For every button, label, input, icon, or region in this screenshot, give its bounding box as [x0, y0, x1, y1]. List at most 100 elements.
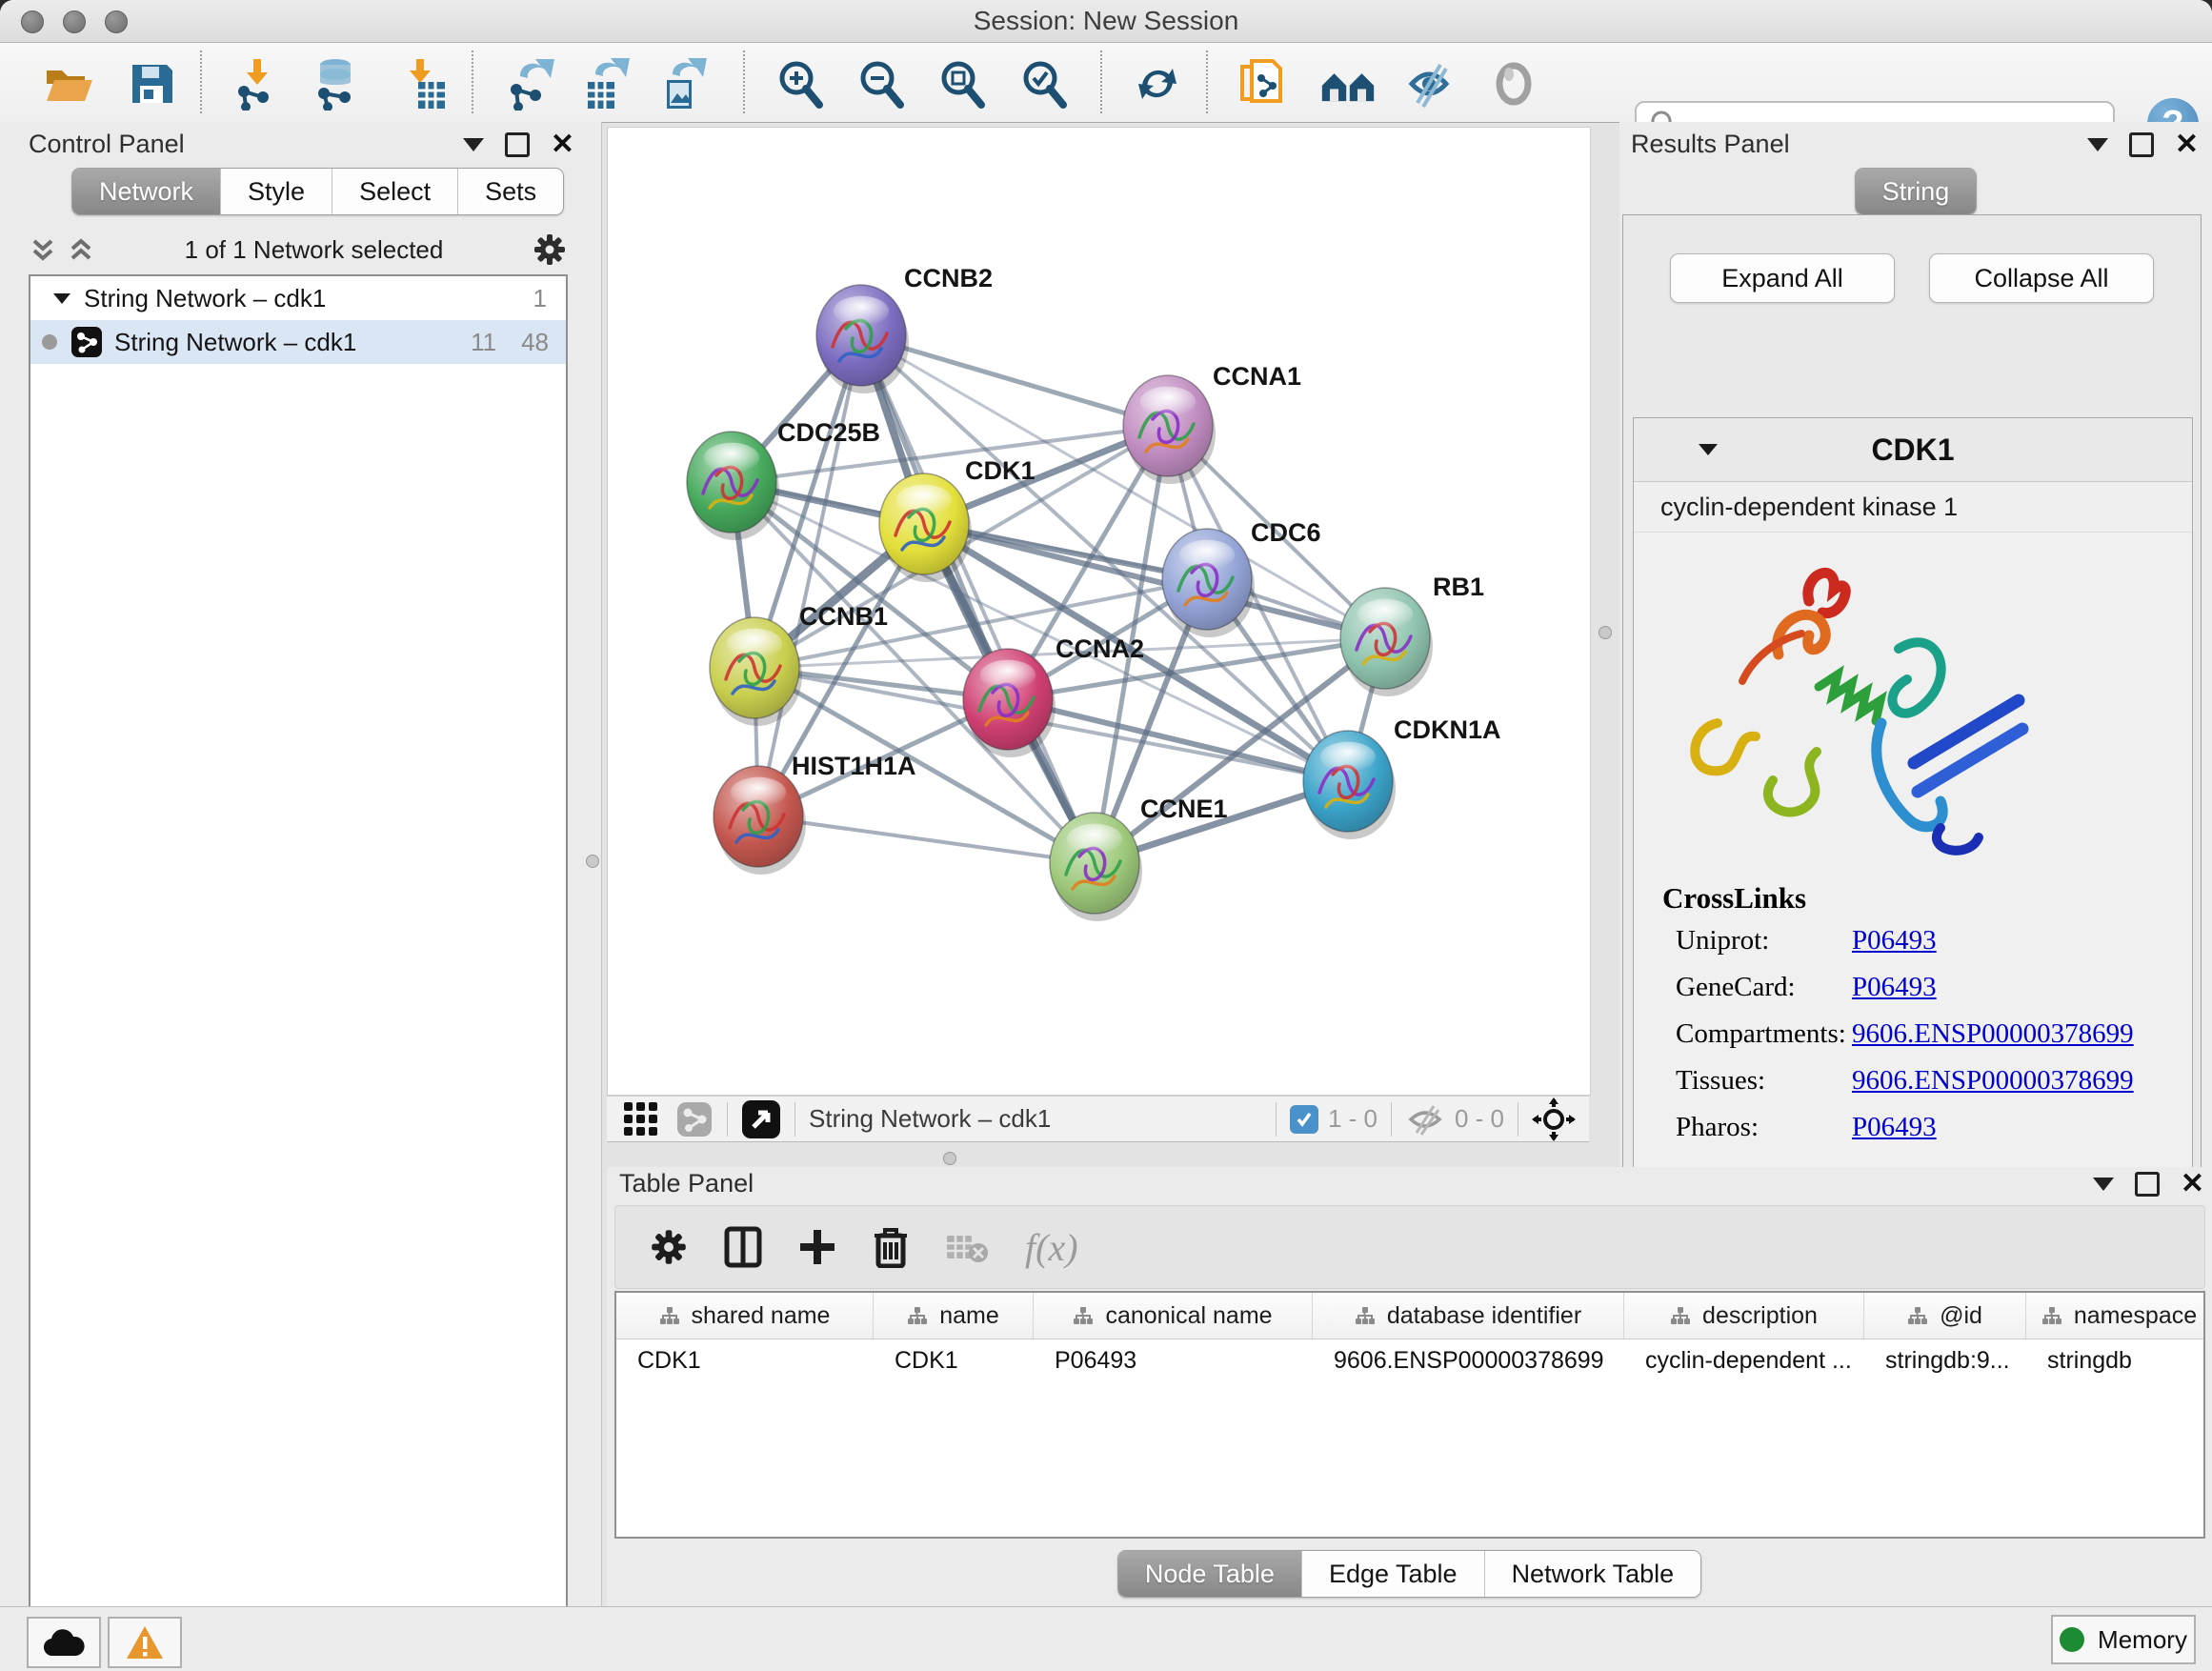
- application-window: Session: New Session: [0, 0, 2212, 1671]
- collapse-section-icon[interactable]: [1697, 441, 1719, 458]
- crosslink-link[interactable]: 9606.ENSP00000378699: [1852, 1065, 2134, 1097]
- crosslink-link[interactable]: P06493: [1852, 1112, 1937, 1143]
- export-image-icon[interactable]: [656, 56, 712, 111]
- open-session-icon[interactable]: [41, 56, 96, 111]
- expand-all-button[interactable]: Expand All: [1670, 253, 1895, 303]
- close-panel-icon[interactable]: ✕: [2181, 1175, 2204, 1194]
- gene-header-row[interactable]: CDK1: [1634, 418, 2192, 482]
- results-panel: Results Panel ✕ String Expand All Collap…: [1619, 122, 2212, 1167]
- memory-button[interactable]: Memory: [2051, 1615, 2196, 1664]
- show-columns-icon[interactable]: [724, 1226, 762, 1268]
- import-table-file-icon[interactable]: [396, 56, 452, 111]
- network-edge[interactable]: [861, 335, 1095, 863]
- column-header-database-identifier[interactable]: database identifier: [1313, 1293, 1624, 1339]
- float-panel-icon[interactable]: [2135, 1172, 2160, 1197]
- add-column-icon[interactable]: [798, 1228, 836, 1266]
- column-header-shared-name[interactable]: shared name: [616, 1293, 874, 1339]
- table-options-gear-icon[interactable]: [650, 1228, 688, 1266]
- network-node-RB1[interactable]: [1340, 588, 1433, 696]
- tree-expand-icon[interactable]: [51, 291, 72, 306]
- apply-preferred-layout-icon[interactable]: [1130, 56, 1185, 111]
- network-node-CDC25B[interactable]: [687, 432, 779, 540]
- grid-view-icon[interactable]: [622, 1100, 660, 1138]
- fit-selected-crosshair-icon[interactable]: [1532, 1097, 1576, 1141]
- column-header-description[interactable]: description: [1624, 1293, 1864, 1339]
- zoom-out-icon[interactable]: [854, 56, 909, 111]
- table-cell[interactable]: stringdb: [2026, 1339, 2205, 1381]
- float-panel-icon[interactable]: [2129, 132, 2154, 157]
- selected-indicator-checkbox[interactable]: [1290, 1105, 1318, 1134]
- network-node-CDK1[interactable]: [879, 473, 972, 582]
- cloud-services-button[interactable]: [27, 1617, 101, 1668]
- zoom-selected-icon[interactable]: [1016, 56, 1072, 111]
- table-cell[interactable]: CDK1: [874, 1339, 1034, 1381]
- hide-selection-icon[interactable]: [1401, 56, 1457, 111]
- close-panel-icon[interactable]: ✕: [2175, 135, 2199, 154]
- column-header-canonical-name[interactable]: canonical name: [1034, 1293, 1313, 1339]
- network-from-selection-icon[interactable]: [1236, 56, 1291, 111]
- import-network-file-icon[interactable]: [230, 56, 285, 111]
- zoom-in-icon[interactable]: [773, 56, 828, 111]
- panel-menu-icon[interactable]: [2093, 1178, 2114, 1191]
- float-panel-icon[interactable]: [505, 132, 530, 157]
- tab-network-table[interactable]: Network Table: [1485, 1551, 1701, 1597]
- tab-edge-table[interactable]: Edge Table: [1302, 1551, 1485, 1597]
- left-splitter-handle[interactable]: [586, 855, 599, 868]
- first-neighbors-icon[interactable]: [1320, 56, 1376, 111]
- import-network-database-icon[interactable]: [308, 56, 363, 111]
- save-session-icon[interactable]: [124, 56, 179, 111]
- table-cell[interactable]: CDK1: [616, 1339, 874, 1381]
- network-edge[interactable]: [758, 816, 1095, 863]
- network-node-CCNA1[interactable]: [1123, 375, 1216, 484]
- table-cell[interactable]: 9606.ENSP00000378699: [1313, 1339, 1624, 1381]
- network-edge[interactable]: [758, 335, 861, 816]
- zoom-fit-content-icon[interactable]: [935, 56, 990, 111]
- crosslink-link[interactable]: P06493: [1852, 925, 1937, 956]
- panel-menu-icon[interactable]: [2087, 138, 2108, 151]
- network-canvas[interactable]: CCNB2CCNA1CDC25BCDK1CDC6RB1CCNB1CCNA2CDK…: [607, 127, 1591, 1096]
- delete-column-icon[interactable]: [873, 1226, 909, 1268]
- expand-all-icon[interactable]: [67, 233, 95, 266]
- bottom-splitter-handle[interactable]: [943, 1152, 956, 1165]
- birds-eye-view-icon[interactable]: [741, 1099, 781, 1139]
- table-cell[interactable]: cyclin-dependent ...: [1624, 1339, 1864, 1381]
- table-cell[interactable]: stringdb:9...: [1864, 1339, 2026, 1381]
- column-header-namespace[interactable]: namespace: [2026, 1293, 2205, 1339]
- panel-menu-icon[interactable]: [463, 138, 484, 151]
- show-all-icon[interactable]: [1486, 56, 1541, 111]
- network-node-HIST1H1A[interactable]: [714, 766, 806, 875]
- tab-node-table[interactable]: Node Table: [1118, 1551, 1302, 1597]
- crosslink-link[interactable]: 9606.ENSP00000378699: [1852, 1018, 2134, 1050]
- warnings-button[interactable]: [108, 1617, 182, 1668]
- tab-sets[interactable]: Sets: [458, 169, 563, 214]
- network-node-CDKN1A[interactable]: [1303, 731, 1396, 839]
- tab-string[interactable]: String: [1856, 169, 1977, 214]
- network-node-CDC6[interactable]: [1162, 529, 1255, 637]
- collapse-all-icon[interactable]: [29, 233, 57, 266]
- network-row[interactable]: String Network – cdk1 11 48: [30, 320, 566, 364]
- table-cell[interactable]: P06493: [1034, 1339, 1313, 1381]
- right-splitter-handle[interactable]: [1599, 626, 1612, 639]
- tab-style[interactable]: Style: [221, 169, 332, 214]
- column-header-name[interactable]: name: [874, 1293, 1034, 1339]
- tab-select[interactable]: Select: [332, 169, 458, 214]
- export-table-icon[interactable]: [579, 56, 634, 111]
- node-count: 11: [471, 328, 496, 357]
- node-label-CDC25B: CDC25B: [777, 418, 880, 447]
- network-node-CCNB1[interactable]: [710, 617, 802, 726]
- tab-network[interactable]: Network: [72, 169, 221, 214]
- toolbar-separator: [200, 50, 202, 113]
- network-overview-icon[interactable]: [675, 1100, 714, 1138]
- close-panel-icon[interactable]: ✕: [551, 135, 574, 154]
- collapse-all-button[interactable]: Collapse All: [1929, 253, 2154, 303]
- status-bar: Memory: [0, 1606, 2212, 1671]
- network-options-gear-icon[interactable]: [533, 232, 567, 267]
- crosslink-link[interactable]: P06493: [1852, 972, 1937, 1003]
- export-network-icon[interactable]: [502, 56, 557, 111]
- string-network-graph[interactable]: CCNB2CCNA1CDC25BCDK1CDC6RB1CCNB1CCNA2CDK…: [608, 128, 1590, 1095]
- network-node-CCNB2[interactable]: [816, 285, 909, 393]
- network-collection-row[interactable]: String Network – cdk1 1: [30, 276, 566, 320]
- network-node-CCNE1[interactable]: [1050, 813, 1142, 921]
- column-header-@id[interactable]: @id: [1864, 1293, 2026, 1339]
- table-row[interactable]: CDK1CDK1P064939606.ENSP00000378699cyclin…: [616, 1339, 2203, 1381]
